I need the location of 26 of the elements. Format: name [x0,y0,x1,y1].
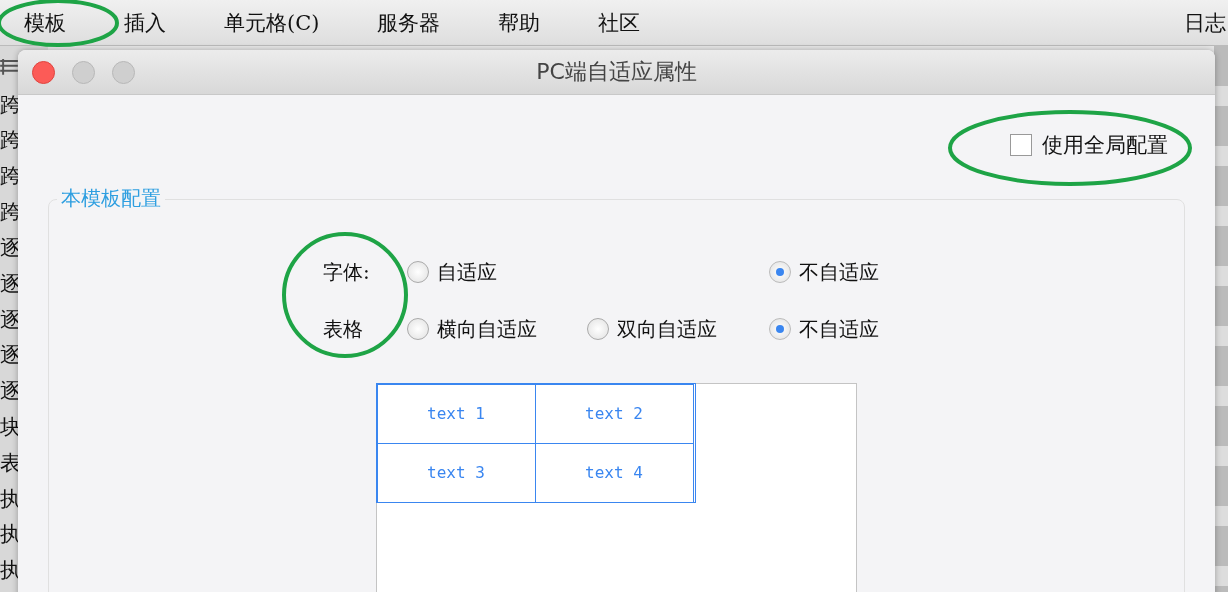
radio-button[interactable] [407,261,429,283]
option-label: 表格 [323,316,364,343]
radio-option[interactable]: 不自适应 [769,313,929,345]
radio-button[interactable] [587,318,609,340]
window-title: PC端自适应属性 [536,58,697,86]
menu-item[interactable]: 插入 [124,8,166,37]
checkbox[interactable] [1010,134,1032,156]
menu-item[interactable]: 单元格(C) [224,8,320,37]
menu-item[interactable]: 日志 [1184,8,1226,37]
radio-option[interactable]: 双向自适应 [587,313,769,345]
menu-item[interactable]: 帮助 [498,8,541,37]
radio-button[interactable] [407,318,429,340]
radio-option[interactable]: 不自适应 [769,256,929,288]
radio-option[interactable]: 自适应 [407,256,587,288]
table-cell: text 2 [534,383,694,444]
menu-item[interactable]: 服务器 [377,8,441,37]
menu-item[interactable]: 社区 [598,8,641,37]
close-button[interactable] [32,61,55,84]
table-cell: text 1 [376,383,536,444]
list-icon[interactable] [0,58,18,76]
radio-option[interactable]: 横向自适应 [407,313,587,345]
option-label: 字体: [323,259,371,286]
radio-button[interactable] [769,261,791,283]
zoom-button[interactable] [112,61,135,84]
radio-button[interactable] [769,318,791,340]
minimize-button[interactable] [72,61,95,84]
